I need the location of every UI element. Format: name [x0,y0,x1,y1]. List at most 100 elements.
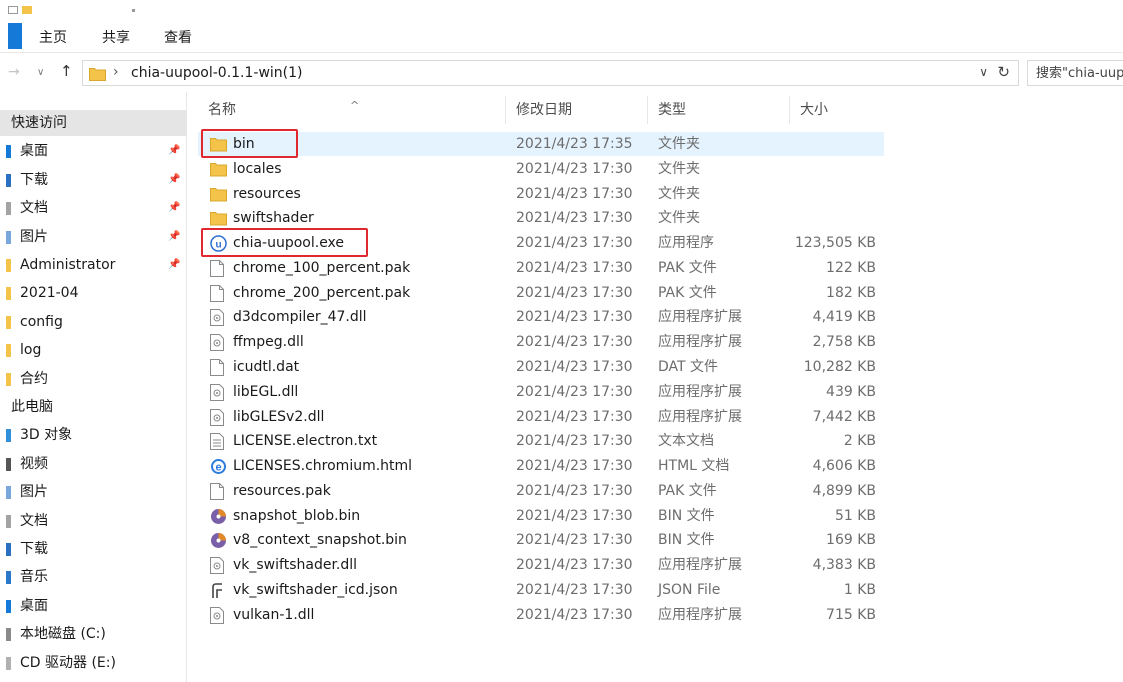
file-name: ffmpeg.dll [233,334,304,351]
file-date: 2021/4/23 17:30 [516,235,633,252]
column-header-date-label: 修改日期 [516,102,572,118]
file-date: 2021/4/23 17:30 [516,334,633,351]
file-type: PAK 文件 [658,259,717,276]
nav-item[interactable]: 2021-04 [0,280,186,306]
nav-item-label: 视频 [20,455,48,472]
file-type: 文件夹 [658,210,700,227]
nav-item-label: 2021-04 [20,285,79,302]
json-file-icon [210,582,227,599]
navigation-pane: 快速访问 桌面 📌 下载 📌 文档 📌 图片 📌 Administrator 📌 2021-04 con… [0,92,187,682]
breadcrumb-chevron-icon[interactable]: › [113,64,119,80]
search-input[interactable] [1028,61,1123,85]
column-header-size[interactable]: 大小 [790,96,884,124]
file-row[interactable]: libEGL.dll 2021/4/23 17:30 应用程序扩展 439 KB [198,380,884,404]
file-row[interactable]: locales 2021/4/23 17:30 文件夹 [198,157,884,181]
file-size: 2,758 KB [812,334,876,351]
file-type: 应用程序 [658,235,714,252]
up-arrow-icon[interactable]: ↑ [60,62,73,80]
refresh-icon[interactable]: ↻ [997,63,1010,81]
nav-item[interactable]: CD 驱动器 (E:) [0,650,186,676]
nav-item[interactable]: 下载 [0,536,186,562]
file-row[interactable]: swiftshader 2021/4/23 17:30 文件夹 [198,206,884,230]
pin-icon[interactable]: 📌 [168,224,180,250]
file-type: 应用程序扩展 [658,606,742,623]
file-row[interactable]: resources.pak 2021/4/23 17:30 PAK 文件 4,899 … [198,479,884,503]
nav-item[interactable]: 3D 对象 [0,422,186,448]
window-icon [8,6,18,14]
file-date: 2021/4/23 17:30 [516,582,633,599]
nav-item[interactable]: Administrator 📌 [0,252,186,278]
file-type: 应用程序扩展 [658,309,742,326]
nav-item-label: CD 驱动器 (E:) [20,654,116,671]
pin-icon[interactable]: 📌 [168,138,180,164]
nav-item[interactable]: 音乐 [0,564,186,590]
nav-item-label: log [20,342,42,359]
picture-icon [6,486,11,500]
tab-home[interactable]: 主页 [39,27,67,47]
file-date: 2021/4/23 17:30 [516,383,633,400]
file-size: 182 KB [826,284,876,301]
file-date: 2021/4/23 17:30 [516,433,633,450]
file-row[interactable]: libGLESv2.dll 2021/4/23 17:30 应用程序扩展 7,442 … [198,405,884,429]
file-name: libEGL.dll [233,383,299,400]
file-row[interactable]: resources 2021/4/23 17:30 文件夹 [198,182,884,206]
nav-item[interactable]: 图片 📌 [0,224,186,250]
nav-item-label: 文档 [20,200,48,217]
address-bar: → ∨ ↑ › chia-uupool-0.1.1-win(1) ∨ ↻ [0,58,1123,88]
file-row[interactable]: icudtl.dat 2021/4/23 17:30 DAT 文件 10,282 KB [198,355,884,379]
address-box[interactable]: › chia-uupool-0.1.1-win(1) ∨ ↻ [82,60,1019,86]
nav-item[interactable]: log [0,337,186,363]
tab-view[interactable]: 查看 [164,27,192,47]
file-row[interactable]: chrome_200_percent.pak 2021/4/23 17:30 PAK… [198,281,884,305]
nav-section-header[interactable]: 快速访问 [0,110,186,136]
search-box[interactable] [1027,60,1123,86]
file-row[interactable]: chrome_100_percent.pak 2021/4/23 17:30 PAK… [198,256,884,280]
download-icon [6,173,11,187]
nav-item[interactable]: 视频 [0,451,186,477]
forward-arrow-icon[interactable]: → [8,64,20,80]
file-name: libGLESv2.dll [233,408,325,425]
file-row[interactable]: d3dcompiler_47.dll 2021/4/23 17:30 应用程序扩展 4… [198,305,884,329]
breadcrumb-path[interactable]: chia-uupool-0.1.1-win(1) [131,65,303,81]
column-header-date[interactable]: 修改日期 [506,96,648,124]
file-row[interactable]: v8_context_snapshot.bin 2021/4/23 17:30 BI… [198,528,884,552]
folder-icon [210,161,227,177]
nav-item[interactable]: 桌面 [0,593,186,619]
file-row[interactable]: LICENSE.electron.txt 2021/4/23 17:30 文本文档 2… [198,429,884,453]
file-type: 文件夹 [658,136,700,152]
file-row[interactable]: vk_swiftshader_icd.json 2021/4/23 17:30 JS… [198,578,884,602]
file-row[interactable]: snapshot_blob.bin 2021/4/23 17:30 BIN 文件 51… [198,504,884,528]
file-row[interactable]: e LICENSES.chromium.html 2021/4/23 17:30 HT… [198,454,884,478]
address-dropdown-icon[interactable]: ∨ [979,65,988,79]
nav-section-header[interactable]: 此电脑 [0,394,186,420]
pin-icon[interactable]: 📌 [168,252,180,278]
nav-item[interactable]: 文档 📌 [0,195,186,221]
file-row[interactable]: bin 2021/4/23 17:35 文件夹 [198,132,884,156]
column-header-type[interactable]: 类型 [648,96,790,124]
file-size: 7,442 KB [812,408,876,425]
file-name: snapshot_blob.bin [233,507,361,524]
nav-item[interactable]: 图片 [0,479,186,505]
recent-dropdown-icon[interactable]: ∨ [37,67,44,78]
file-size: 122 KB [826,259,876,276]
pin-icon[interactable]: 📌 [168,167,180,193]
nav-item[interactable]: 文档 [0,508,186,534]
file-row[interactable]: vulkan-1.dll 2021/4/23 17:30 应用程序扩展 715 KB [198,603,884,627]
file-tab-accent[interactable] [8,23,22,49]
column-header-name[interactable]: 名称 ^ [198,96,506,124]
nav-item[interactable]: config [0,309,186,335]
file-row[interactable]: ffmpeg.dll 2021/4/23 17:30 应用程序扩展 2,758 KB [198,330,884,354]
nav-item[interactable]: 下载 📌 [0,167,186,193]
tab-share[interactable]: 共享 [102,27,130,47]
file-date: 2021/4/23 17:30 [516,359,633,376]
column-header-size-label: 大小 [800,102,828,118]
nav-item[interactable]: 合约 [0,366,186,392]
file-row[interactable]: vk_swiftshader.dll 2021/4/23 17:30 应用程序扩展 4… [198,553,884,577]
file-type: BIN 文件 [658,507,715,524]
nav-item[interactable]: 桌面 📌 [0,138,186,164]
file-date: 2021/4/23 17:30 [516,284,633,301]
nav-item[interactable]: 本地磁盘 (C:) [0,621,186,647]
file-size: 123,505 KB [794,235,876,252]
file-name: v8_context_snapshot.bin [233,532,407,549]
pin-icon[interactable]: 📌 [168,195,180,221]
